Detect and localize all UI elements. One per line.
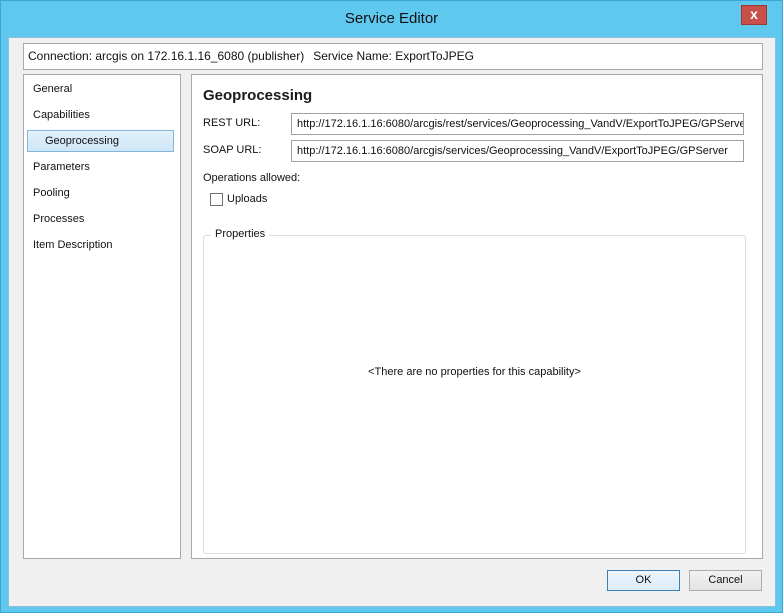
nav-item-pooling[interactable]: Pooling — [33, 187, 70, 199]
cancel-button[interactable]: Cancel — [689, 570, 762, 591]
service-editor-window: Service Editor x Connection: arcgis on 1… — [0, 0, 783, 613]
close-icon: x — [750, 6, 758, 22]
connection-info-box: Connection: arcgis on 172.16.1.16_6080 (… — [23, 43, 763, 70]
ok-button[interactable]: OK — [607, 570, 680, 591]
panel-title: Geoprocessing — [203, 87, 313, 104]
dialog-client-area: Connection: arcgis on 172.16.1.16_6080 (… — [8, 37, 776, 607]
close-button[interactable]: x — [741, 5, 767, 25]
soap-url-field[interactable]: http://172.16.1.16:6080/arcgis/services/… — [291, 140, 744, 162]
properties-group: Properties <There are no properties for … — [203, 228, 746, 554]
properties-empty-message: <There are no properties for this capabi… — [368, 366, 581, 378]
rest-url-field[interactable]: http://172.16.1.16:6080/arcgis/rest/serv… — [291, 113, 744, 135]
uploads-checkbox[interactable] — [210, 193, 223, 206]
connection-text: Connection: arcgis on 172.16.1.16_6080 (… — [28, 49, 305, 63]
service-name-text: Service Name: ExportToJPEG — [313, 49, 474, 63]
nav-item-item-description[interactable]: Item Description — [33, 239, 112, 251]
geoprocessing-panel: Geoprocessing REST URL: http://172.16.1.… — [191, 74, 763, 559]
soap-url-label: SOAP URL: — [203, 144, 262, 156]
nav-item-parameters[interactable]: Parameters — [33, 161, 90, 173]
nav-item-geoprocessing[interactable]: Geoprocessing — [27, 130, 174, 152]
nav-item-capabilities[interactable]: Capabilities — [33, 109, 90, 121]
title-bar[interactable]: Service Editor x — [1, 1, 782, 37]
operations-allowed-label: Operations allowed: — [203, 172, 301, 184]
nav-item-general[interactable]: General — [33, 83, 72, 95]
window-title: Service Editor — [344, 10, 439, 27]
properties-legend: Properties — [211, 228, 270, 240]
nav-item-processes[interactable]: Processes — [33, 213, 84, 225]
uploads-label[interactable]: Uploads — [227, 193, 267, 205]
rest-url-label: REST URL: — [203, 117, 261, 129]
settings-nav-list: General Capabilities Geoprocessing Param… — [23, 74, 181, 559]
